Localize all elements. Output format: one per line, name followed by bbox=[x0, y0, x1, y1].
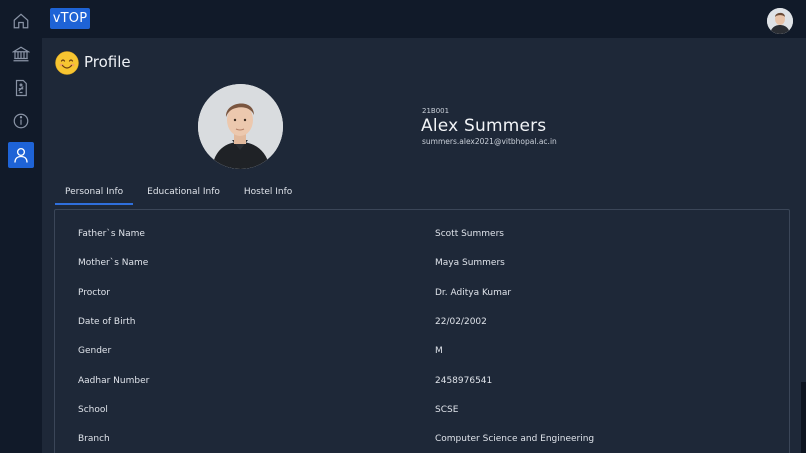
registration-number: 21B001 bbox=[422, 107, 450, 115]
sidebar-item-institution[interactable] bbox=[8, 41, 34, 67]
field-value: Scott Summers bbox=[435, 229, 504, 239]
sidebar-item-home[interactable] bbox=[8, 8, 34, 34]
table-row: Father`s Name Scott Summers bbox=[55, 220, 789, 249]
table-row: Aadhar Number 2458976541 bbox=[55, 367, 789, 396]
user-avatar[interactable] bbox=[767, 8, 793, 34]
tab-hostel-info[interactable]: Hostel Info bbox=[234, 180, 302, 205]
table-row: School SCSE bbox=[55, 396, 789, 425]
sidebar bbox=[0, 0, 42, 453]
field-value: Dr. Aditya Kumar bbox=[435, 288, 512, 298]
sidebar-item-info[interactable] bbox=[8, 108, 34, 134]
page-scrollbar[interactable] bbox=[801, 382, 806, 453]
field-value: 22/02/2002 bbox=[435, 317, 487, 327]
top-bar: vTOP bbox=[0, 0, 806, 38]
app-logo[interactable]: vTOP bbox=[50, 8, 90, 29]
table-row: Gender M bbox=[55, 337, 789, 366]
document-icon bbox=[15, 79, 27, 97]
user-icon bbox=[14, 147, 28, 163]
field-label: Branch bbox=[78, 434, 110, 444]
tab-educational-info[interactable]: Educational Info bbox=[137, 180, 230, 205]
home-icon bbox=[13, 13, 29, 29]
field-label: Proctor bbox=[78, 288, 110, 298]
field-label: Date of Birth bbox=[78, 317, 136, 327]
profile-photo bbox=[198, 84, 283, 169]
field-label: Aadhar Number bbox=[78, 376, 150, 386]
sidebar-item-documents[interactable] bbox=[8, 75, 34, 101]
field-label: School bbox=[78, 405, 108, 415]
table-row: Branch Computer Science and Engineering bbox=[55, 425, 789, 453]
sidebar-item-profile[interactable] bbox=[8, 142, 34, 168]
table-row: Mother`s Name Maya Summers bbox=[55, 249, 789, 278]
field-value: 2458976541 bbox=[435, 376, 493, 386]
info-icon bbox=[13, 113, 29, 129]
page-title: Profile bbox=[84, 53, 131, 71]
field-value: Maya Summers bbox=[435, 258, 505, 268]
profile-tabs: Personal Info Educational Info Hostel In… bbox=[55, 180, 306, 205]
bank-icon bbox=[12, 46, 30, 62]
personal-info-panel: Father`s Name Scott Summers Mother`s Nam… bbox=[54, 209, 790, 453]
field-value: Computer Science and Engineering bbox=[435, 434, 595, 444]
student-email: summers.alex2021@vitbhopal.ac.in bbox=[422, 137, 557, 146]
student-name: Alex Summers bbox=[421, 116, 547, 136]
field-label: Father`s Name bbox=[78, 229, 145, 239]
field-label: Mother`s Name bbox=[78, 258, 149, 268]
smiling-face-icon bbox=[55, 51, 79, 75]
field-value: SCSE bbox=[435, 405, 459, 415]
field-label: Gender bbox=[78, 346, 112, 356]
table-row: Proctor Dr. Aditya Kumar bbox=[55, 279, 789, 308]
table-row: Date of Birth 22/02/2002 bbox=[55, 308, 789, 337]
field-value: M bbox=[435, 346, 443, 356]
tab-personal-info[interactable]: Personal Info bbox=[55, 180, 134, 205]
